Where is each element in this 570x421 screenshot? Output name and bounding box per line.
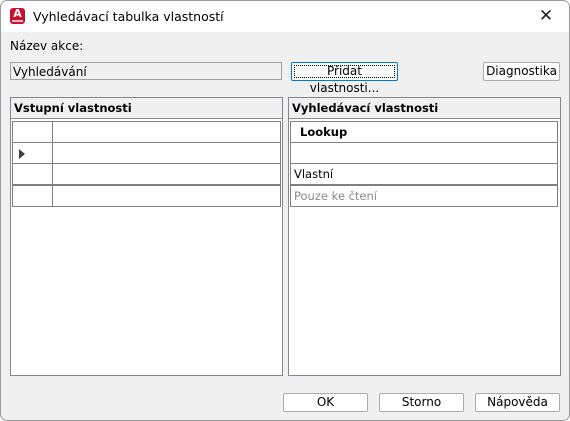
action-name-field: Vyhledávání bbox=[10, 62, 282, 80]
cancel-button[interactable]: Storno bbox=[379, 393, 464, 412]
ok-button[interactable]: OK bbox=[283, 393, 368, 412]
input-row[interactable] bbox=[12, 121, 281, 143]
dialog-window: A Vyhledávací tabulka vlastností ✕ Název… bbox=[0, 0, 570, 421]
lookup-row-custom[interactable]: Vlastní bbox=[290, 163, 558, 185]
window-title: Vyhledávací tabulka vlastností bbox=[33, 9, 224, 24]
lookup-row[interactable] bbox=[290, 142, 558, 164]
add-properties-button[interactable]: Přidat vlastnosti... bbox=[291, 62, 398, 95]
input-row[interactable] bbox=[12, 185, 281, 207]
diagnostics-button[interactable]: Diagnostika bbox=[483, 62, 560, 81]
title-bar: A Vyhledávací tabulka vlastností ✕ bbox=[1, 1, 569, 32]
row-selector[interactable] bbox=[13, 164, 53, 184]
input-properties-panel: Vstupní vlastnosti bbox=[10, 97, 283, 376]
action-name-label: Název akce: bbox=[10, 39, 84, 53]
help-button[interactable]: Nápověda bbox=[475, 393, 560, 412]
lookup-column-header[interactable]: Lookup bbox=[290, 121, 558, 143]
row-selector[interactable] bbox=[13, 122, 53, 142]
input-row[interactable] bbox=[12, 163, 281, 185]
app-icon: A bbox=[10, 8, 25, 24]
input-row-current[interactable] bbox=[12, 142, 281, 164]
row-selector[interactable] bbox=[13, 186, 53, 206]
row-pointer-icon bbox=[19, 149, 25, 159]
close-icon[interactable]: ✕ bbox=[523, 1, 569, 32]
lookup-row-readonly[interactable]: Pouze ke čtení bbox=[290, 185, 558, 207]
input-properties-header: Vstupní vlastnosti bbox=[11, 98, 282, 119]
row-selector[interactable] bbox=[13, 143, 53, 163]
lookup-properties-panel: Vyhledávací vlastnosti Lookup Vlastní Po… bbox=[288, 97, 561, 376]
lookup-properties-header: Vyhledávací vlastnosti bbox=[289, 98, 560, 119]
